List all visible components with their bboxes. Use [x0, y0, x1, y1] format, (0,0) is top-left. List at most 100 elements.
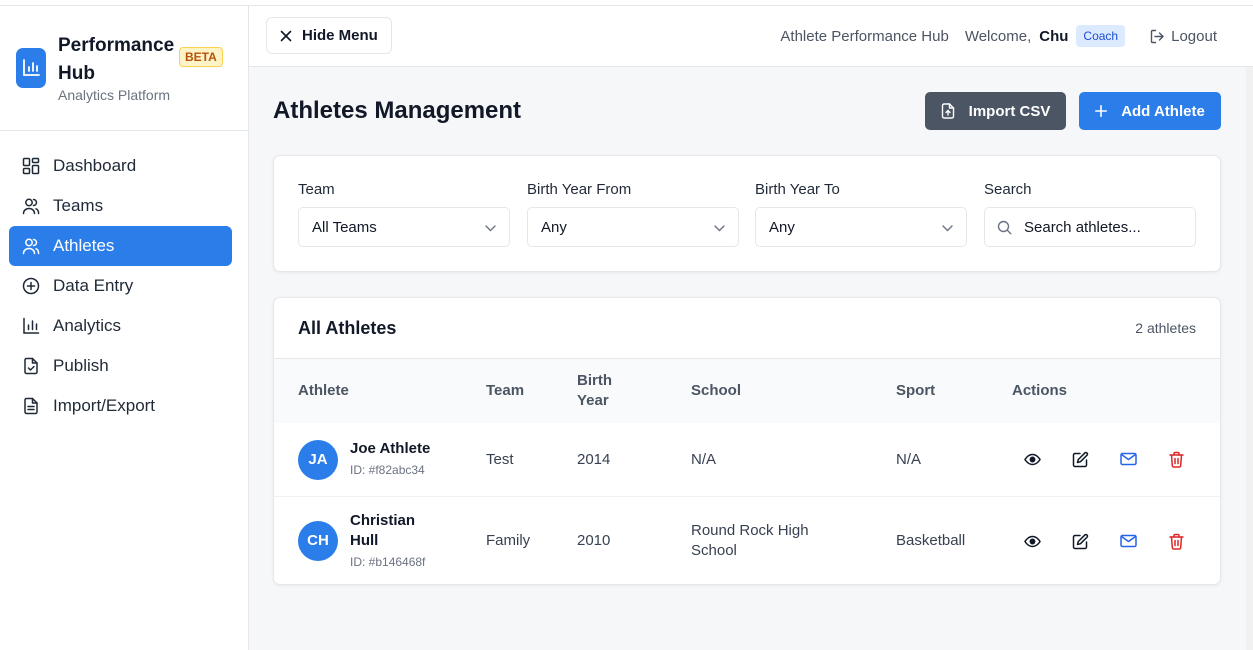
bar-chart-logo-icon — [16, 48, 46, 88]
birth-year-to-label: Birth Year To — [755, 181, 840, 198]
sidebar-item-label: Data Entry — [53, 276, 134, 295]
athlete-count: 2 athletes — [1135, 320, 1196, 336]
birth-year-from-value: Any — [541, 218, 567, 236]
sidebar-item-analytics[interactable]: Analytics — [9, 306, 232, 346]
add-athlete-label: Add Athlete — [1121, 102, 1205, 120]
sidebar-nav: Dashboard Teams Athletes Data Entry Anal… — [9, 146, 232, 426]
team-cell: Family — [486, 532, 531, 549]
import-csv-button[interactable]: Import CSV — [925, 92, 1066, 130]
sport-cell: Basketball — [896, 532, 966, 549]
file-check-icon — [22, 357, 40, 375]
athlete-cell: CH Christian Hull ID: #b146468f — [298, 497, 426, 584]
team-select[interactable]: All Teams — [298, 207, 510, 247]
school-line1: Round Rock High — [691, 522, 809, 539]
athlete-name[interactable]: Joe Athlete — [350, 439, 430, 459]
view-icon[interactable] — [1022, 531, 1042, 551]
main-content: Athletes Management Import CSV Add Athle… — [249, 67, 1246, 650]
add-athlete-button[interactable]: Add Athlete — [1079, 92, 1221, 130]
team-filter: Team All Teams — [298, 181, 510, 247]
chevron-down-icon — [714, 219, 725, 236]
delete-icon[interactable] — [1166, 531, 1186, 551]
athlete-name-line2[interactable]: Hull — [350, 531, 425, 551]
filters-card: Team All Teams Birth Year From Any Birth… — [273, 155, 1221, 272]
column-header-sport: Sport — [896, 382, 936, 399]
table-row: JA Joe Athlete ID: #f82abc34 Test 2014 N… — [274, 423, 1220, 496]
school-cell: N/A — [691, 450, 717, 468]
sidebar-item-athletes[interactable]: Athletes — [9, 226, 232, 266]
column-header-actions: Actions — [1012, 382, 1068, 399]
sidebar-item-publish[interactable]: Publish — [9, 346, 232, 386]
view-icon[interactable] — [1022, 449, 1042, 469]
sidebar-item-label: Import/Export — [53, 396, 156, 415]
sidebar: Performance Hub BETA Analytics Platform … — [0, 6, 249, 650]
search-label: Search — [984, 181, 1032, 198]
app-name: Athlete Performance Hub — [780, 27, 949, 45]
page-title: Athletes Management — [273, 97, 522, 124]
school-line2: School — [691, 542, 737, 559]
import-csv-label: Import CSV — [968, 102, 1051, 120]
file-text-icon — [22, 397, 40, 415]
athletes-table-card: All Athletes 2 athletes Athlete Team Bir… — [273, 297, 1221, 585]
search-filter: Search Search athletes... — [984, 181, 1196, 247]
plus-icon — [1095, 105, 1108, 117]
birth-year-from-select[interactable]: Any — [527, 207, 739, 247]
team-cell: Test — [486, 450, 514, 468]
sidebar-item-label: Dashboard — [53, 156, 137, 175]
birth-year-cell: 2010 — [577, 532, 611, 549]
hide-menu-button[interactable]: Hide Menu — [266, 17, 392, 54]
athlete-id: ID: #f82abc34 — [350, 463, 425, 477]
birth-year-to-filter: Birth Year To Any — [755, 181, 967, 247]
column-header-birth-year-line1: Birth — [577, 372, 612, 389]
table-card-header: All Athletes 2 athletes — [274, 298, 1220, 359]
sidebar-item-label: Athletes — [53, 236, 115, 255]
search-input[interactable]: Search athletes... — [984, 207, 1196, 247]
column-header-athlete: Athlete — [298, 382, 349, 399]
sidebar-item-teams[interactable]: Teams — [9, 186, 232, 226]
athlete-cell: JA Joe Athlete ID: #f82abc34 — [298, 423, 430, 496]
table-row: CH Christian Hull ID: #b146468f Family 2… — [274, 496, 1220, 584]
sidebar-item-data-entry[interactable]: Data Entry — [9, 266, 232, 306]
avatar: JA — [298, 439, 338, 480]
chevron-down-icon — [485, 219, 496, 236]
athlete-id: ID: #b146468f — [350, 554, 426, 569]
delete-icon[interactable] — [1166, 449, 1186, 469]
user-name: Chu — [1039, 27, 1069, 45]
dashboard-icon — [22, 157, 40, 175]
beta-badge: BETA — [179, 47, 223, 67]
birth-year-from-label: Birth Year From — [527, 181, 632, 198]
email-icon[interactable] — [1118, 531, 1138, 551]
close-icon — [280, 30, 292, 42]
header-user-area: Athlete Performance Hub Welcome, Chu Coa… — [780, 6, 1217, 66]
school-cell: Round Rock High School — [691, 497, 809, 584]
bar-chart-icon — [22, 317, 40, 335]
sidebar-item-label: Analytics — [53, 316, 122, 335]
table-title: All Athletes — [298, 318, 397, 338]
column-header-school: School — [691, 382, 742, 399]
logout-button[interactable]: Logout — [1150, 28, 1217, 45]
birth-year-cell: 2014 — [577, 450, 611, 468]
sidebar-item-label: Teams — [53, 196, 104, 215]
team-select-value: All Teams — [312, 218, 377, 236]
edit-icon[interactable] — [1070, 531, 1090, 551]
search-icon — [997, 220, 1012, 235]
search-placeholder: Search athletes... — [1024, 218, 1141, 236]
email-icon[interactable] — [1118, 449, 1138, 469]
sidebar-item-dashboard[interactable]: Dashboard — [9, 146, 232, 186]
hide-menu-label: Hide Menu — [302, 27, 378, 44]
file-upload-icon — [941, 103, 955, 119]
team-filter-label: Team — [298, 181, 335, 198]
user-icon — [22, 237, 40, 255]
athlete-name[interactable]: Christian — [350, 511, 425, 531]
top-header: Hide Menu Athlete Performance Hub Welcom… — [249, 6, 1253, 67]
sidebar-item-import-export[interactable]: Import/Export — [9, 386, 232, 426]
birth-year-to-select[interactable]: Any — [755, 207, 967, 247]
role-badge: Coach — [1076, 25, 1126, 47]
column-header-team: Team — [486, 382, 525, 399]
logout-label: Logout — [1171, 27, 1217, 45]
edit-icon[interactable] — [1070, 449, 1090, 469]
chevron-down-icon — [942, 219, 953, 236]
page-scrollbar[interactable] — [1246, 67, 1253, 650]
plus-circle-icon — [22, 277, 40, 295]
brand-name: Performance Hub — [58, 35, 175, 84]
column-header-birth-year-line2: Year — [577, 392, 609, 409]
